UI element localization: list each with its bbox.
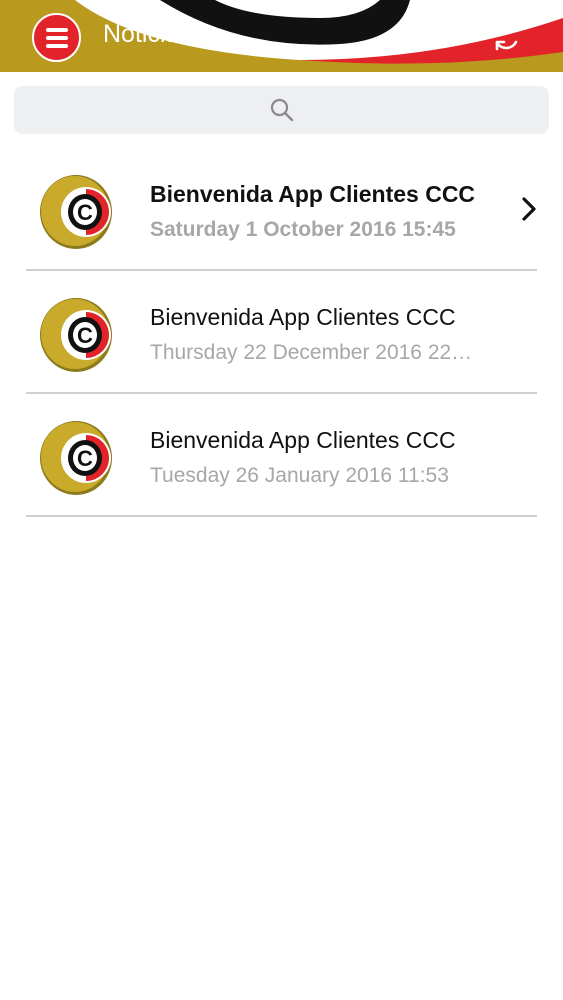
news-title: Bienvenida App Clientes CCC — [150, 181, 476, 207]
svg-text:C: C — [77, 200, 93, 225]
news-list-item[interactable]: C Bienvenida App Clientes CCC Thursday 2… — [0, 271, 563, 394]
header-background-art — [0, 0, 563, 72]
menu-button[interactable] — [32, 13, 81, 62]
news-date: Thursday 22 December 2016 22… — [150, 341, 473, 364]
svg-text:C: C — [77, 446, 93, 471]
news-list: C Bienvenida App Clientes CCC Saturday 1… — [0, 148, 563, 517]
chevron-right-icon — [522, 197, 536, 221]
news-title: Bienvenida App Clientes CCC — [150, 304, 456, 330]
ccc-logo-icon: C — [40, 298, 112, 372]
refresh-icon[interactable] — [490, 19, 524, 53]
header-bar: Noticias — [0, 0, 563, 72]
search-icon — [270, 98, 293, 122]
svg-text:C: C — [77, 323, 93, 348]
divider — [26, 515, 537, 517]
ccc-logo-icon: C — [40, 421, 112, 495]
hamburger-menu-icon — [45, 27, 68, 32]
ccc-logo-icon: C — [40, 175, 112, 249]
news-title: Bienvenida App Clientes CCC — [150, 427, 456, 453]
news-list-item[interactable]: C Bienvenida App Clientes CCC Saturday 1… — [0, 148, 563, 271]
search-input[interactable] — [14, 86, 549, 134]
news-date: Tuesday 26 January 2016 11:53 — [150, 464, 449, 487]
news-list-item[interactable]: C Bienvenida App Clientes CCC Tuesday 26… — [0, 394, 563, 517]
news-date: Saturday 1 October 2016 15:45 — [150, 218, 456, 241]
app-screen: Noticias C Bienvenida App Clientes CCC S… — [0, 0, 563, 1000]
page-title: Noticias — [103, 20, 192, 48]
